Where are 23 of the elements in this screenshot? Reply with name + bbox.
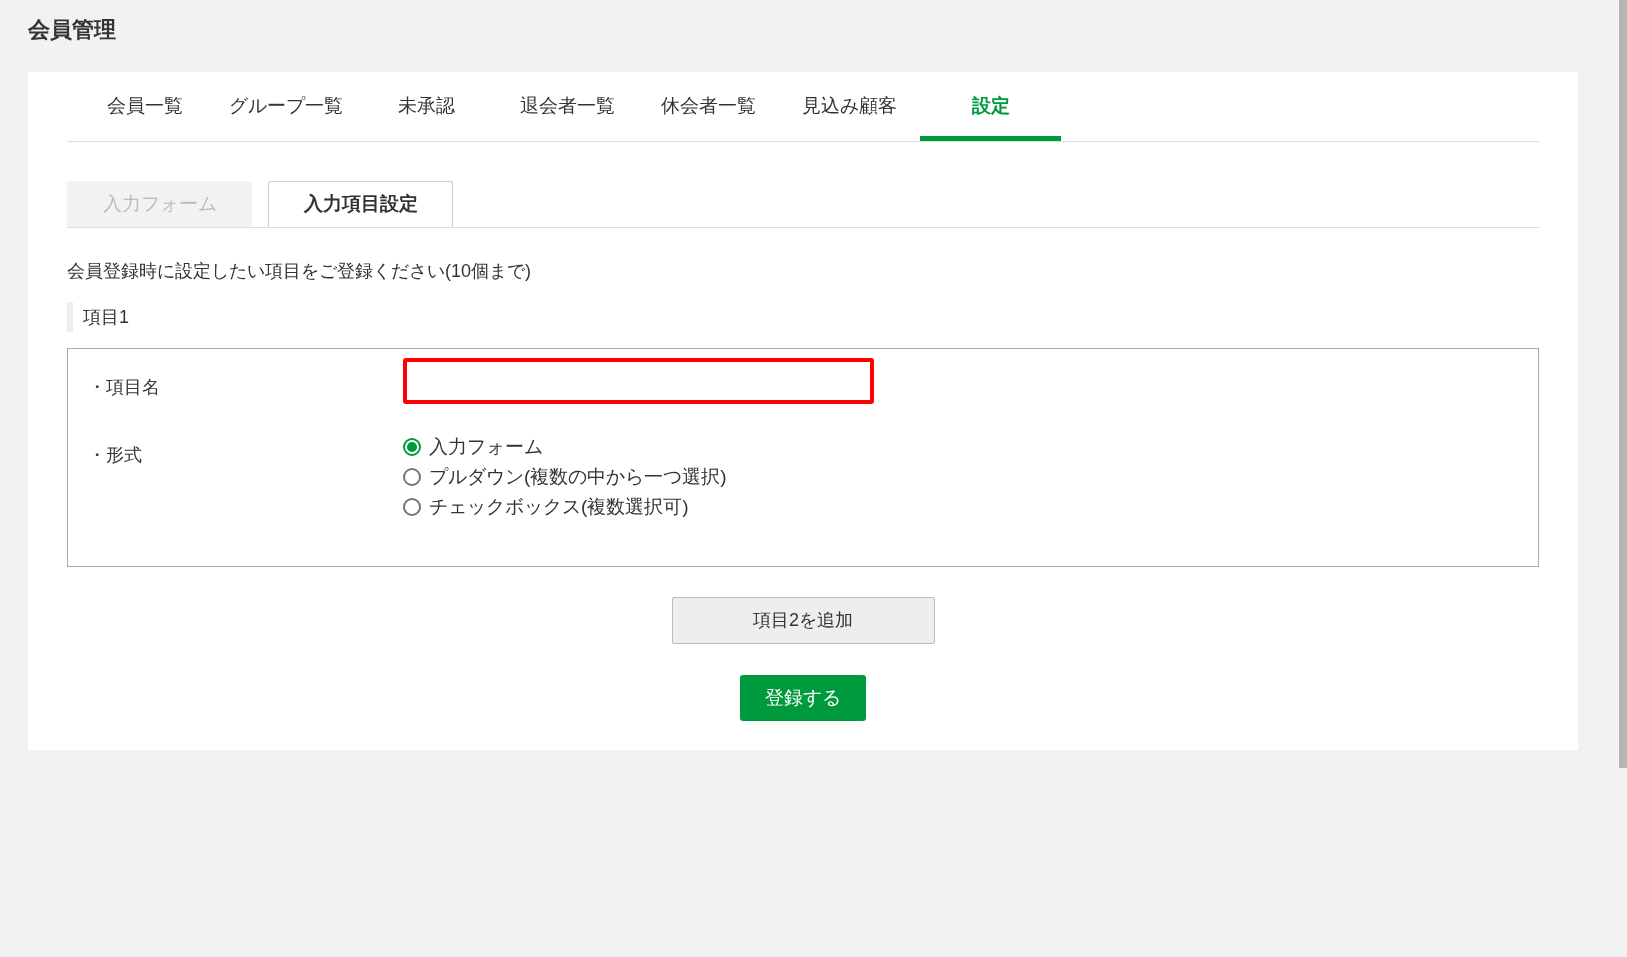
- nav-tab[interactable]: 退会者一覧: [497, 72, 638, 141]
- radio-label: プルダウン(複数の中から一つ選択): [429, 464, 727, 489]
- nav-tab[interactable]: 休会者一覧: [638, 72, 779, 141]
- register-button[interactable]: 登録する: [740, 675, 866, 721]
- page-title: 会員管理: [28, 16, 117, 44]
- field-label: ・項目名: [88, 376, 161, 399]
- field-label: ・形式: [88, 444, 143, 467]
- description-text: 会員登録時に設定したい項目をご登録ください(10個まで): [67, 260, 532, 283]
- item-name-input[interactable]: [403, 358, 874, 404]
- nav-tab[interactable]: 未承認: [356, 72, 497, 141]
- nav-tab[interactable]: 会員一覧: [74, 72, 215, 141]
- scrollbar[interactable]: [1619, 0, 1627, 768]
- radio-button[interactable]: [403, 468, 421, 486]
- nav-tab[interactable]: 設定: [920, 72, 1061, 141]
- nav-tab[interactable]: 見込み顧客: [779, 72, 920, 141]
- radio-button[interactable]: [403, 498, 421, 516]
- sub-tab[interactable]: 入力項目設定: [268, 181, 453, 227]
- add-item-button[interactable]: 項目2を追加: [671, 597, 935, 644]
- section-label: 項目1: [83, 305, 129, 329]
- radio-label: 入力フォーム: [429, 434, 543, 459]
- nav-tab[interactable]: グループ一覧: [215, 72, 356, 141]
- radio-label: チェックボックス(複数選択可): [429, 494, 689, 519]
- radio-button[interactable]: [403, 438, 421, 456]
